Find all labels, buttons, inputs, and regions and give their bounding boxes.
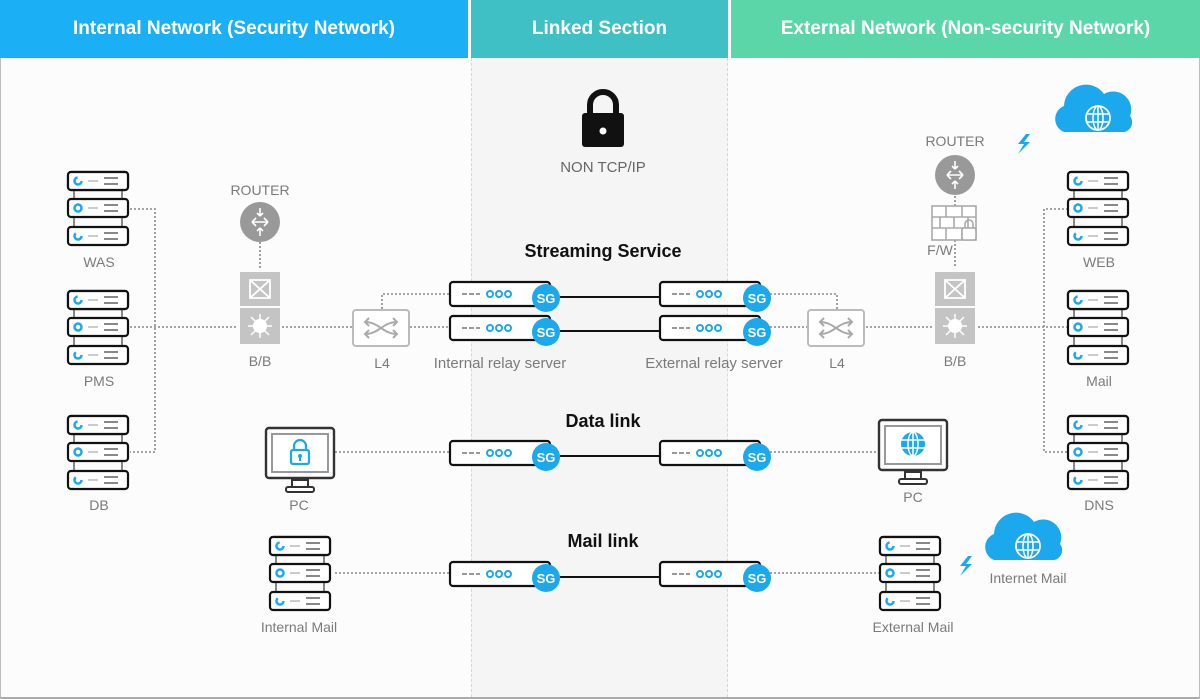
data-link-title: Data link (565, 411, 641, 431)
router-icon-external[interactable] (934, 154, 976, 196)
pc-external[interactable] (877, 418, 949, 486)
non-tcp-ip-label: NON TCP/IP (560, 159, 646, 176)
internal-mail-label: Internal Mail (260, 619, 338, 635)
server-rack-web[interactable] (1066, 170, 1130, 247)
dns-label: DNS (1084, 497, 1114, 513)
pc-label-internal: PC (289, 497, 309, 513)
router-icon-internal[interactable] (239, 201, 281, 243)
sg-badge-label: SG (537, 571, 556, 586)
l4-switch-internal[interactable] (352, 309, 410, 347)
db-label: DB (89, 497, 109, 513)
internal-relay-server-label: Internal relay server (433, 355, 567, 372)
backbone-switch-external[interactable] (934, 271, 976, 345)
l4-label-external: L4 (829, 355, 845, 371)
sg-badge-label: SG (748, 291, 767, 306)
lock-icon (582, 89, 624, 147)
pms-label: PMS (83, 373, 115, 389)
mail-label: Mail (1086, 373, 1112, 389)
sg-badge-label: SG (537, 325, 556, 340)
server-rack-was[interactable] (66, 170, 130, 247)
router-label-internal: ROUTER (230, 182, 290, 198)
server-rack-db[interactable] (66, 414, 130, 491)
external-relay-server-label: External relay server (645, 355, 783, 372)
server-rack-pms[interactable] (66, 289, 130, 366)
internet-mail-label: Internet Mail (989, 570, 1067, 586)
sg-badge-label: SG (537, 450, 556, 465)
server-rack-dns[interactable] (1066, 414, 1130, 491)
cloud-internet-mail-icon (984, 511, 1064, 561)
sg-badge-label: SG (537, 291, 556, 306)
lightning-bolt-icon (960, 556, 972, 576)
sg-badge-label: SG (748, 571, 767, 586)
backbone-switch-internal[interactable] (239, 271, 281, 345)
was-label: WAS (83, 254, 115, 270)
bb-label-internal: B/B (248, 353, 272, 369)
pc-internal[interactable] (264, 426, 336, 494)
server-rack-mail[interactable] (1066, 289, 1130, 366)
external-mail-label: External Mail (872, 619, 954, 635)
bb-label-external: B/B (943, 353, 967, 369)
server-rack-external-mail[interactable] (878, 535, 942, 612)
lightning-bolt-icon (1018, 134, 1030, 154)
network-diagram: SG SG SG SG SG SG SG SG (66, 83, 1134, 612)
l4-label-internal: L4 (374, 355, 390, 371)
l4-switch-external[interactable] (807, 309, 865, 347)
streaming-service-title: Streaming Service (524, 241, 682, 261)
sg-badge-label: SG (748, 325, 767, 340)
mail-link-title: Mail link (567, 531, 639, 551)
firewall-label: F/W (927, 242, 953, 258)
server-rack-internal-mail[interactable] (268, 535, 332, 612)
pc-label-external: PC (903, 489, 923, 505)
web-label: WEB (1083, 254, 1115, 270)
router-label-external: ROUTER (925, 133, 985, 149)
firewall-icon[interactable] (931, 205, 977, 241)
sg-badge-label: SG (748, 450, 767, 465)
globe-icon (901, 431, 925, 457)
cloud-internet-icon (1054, 83, 1134, 133)
